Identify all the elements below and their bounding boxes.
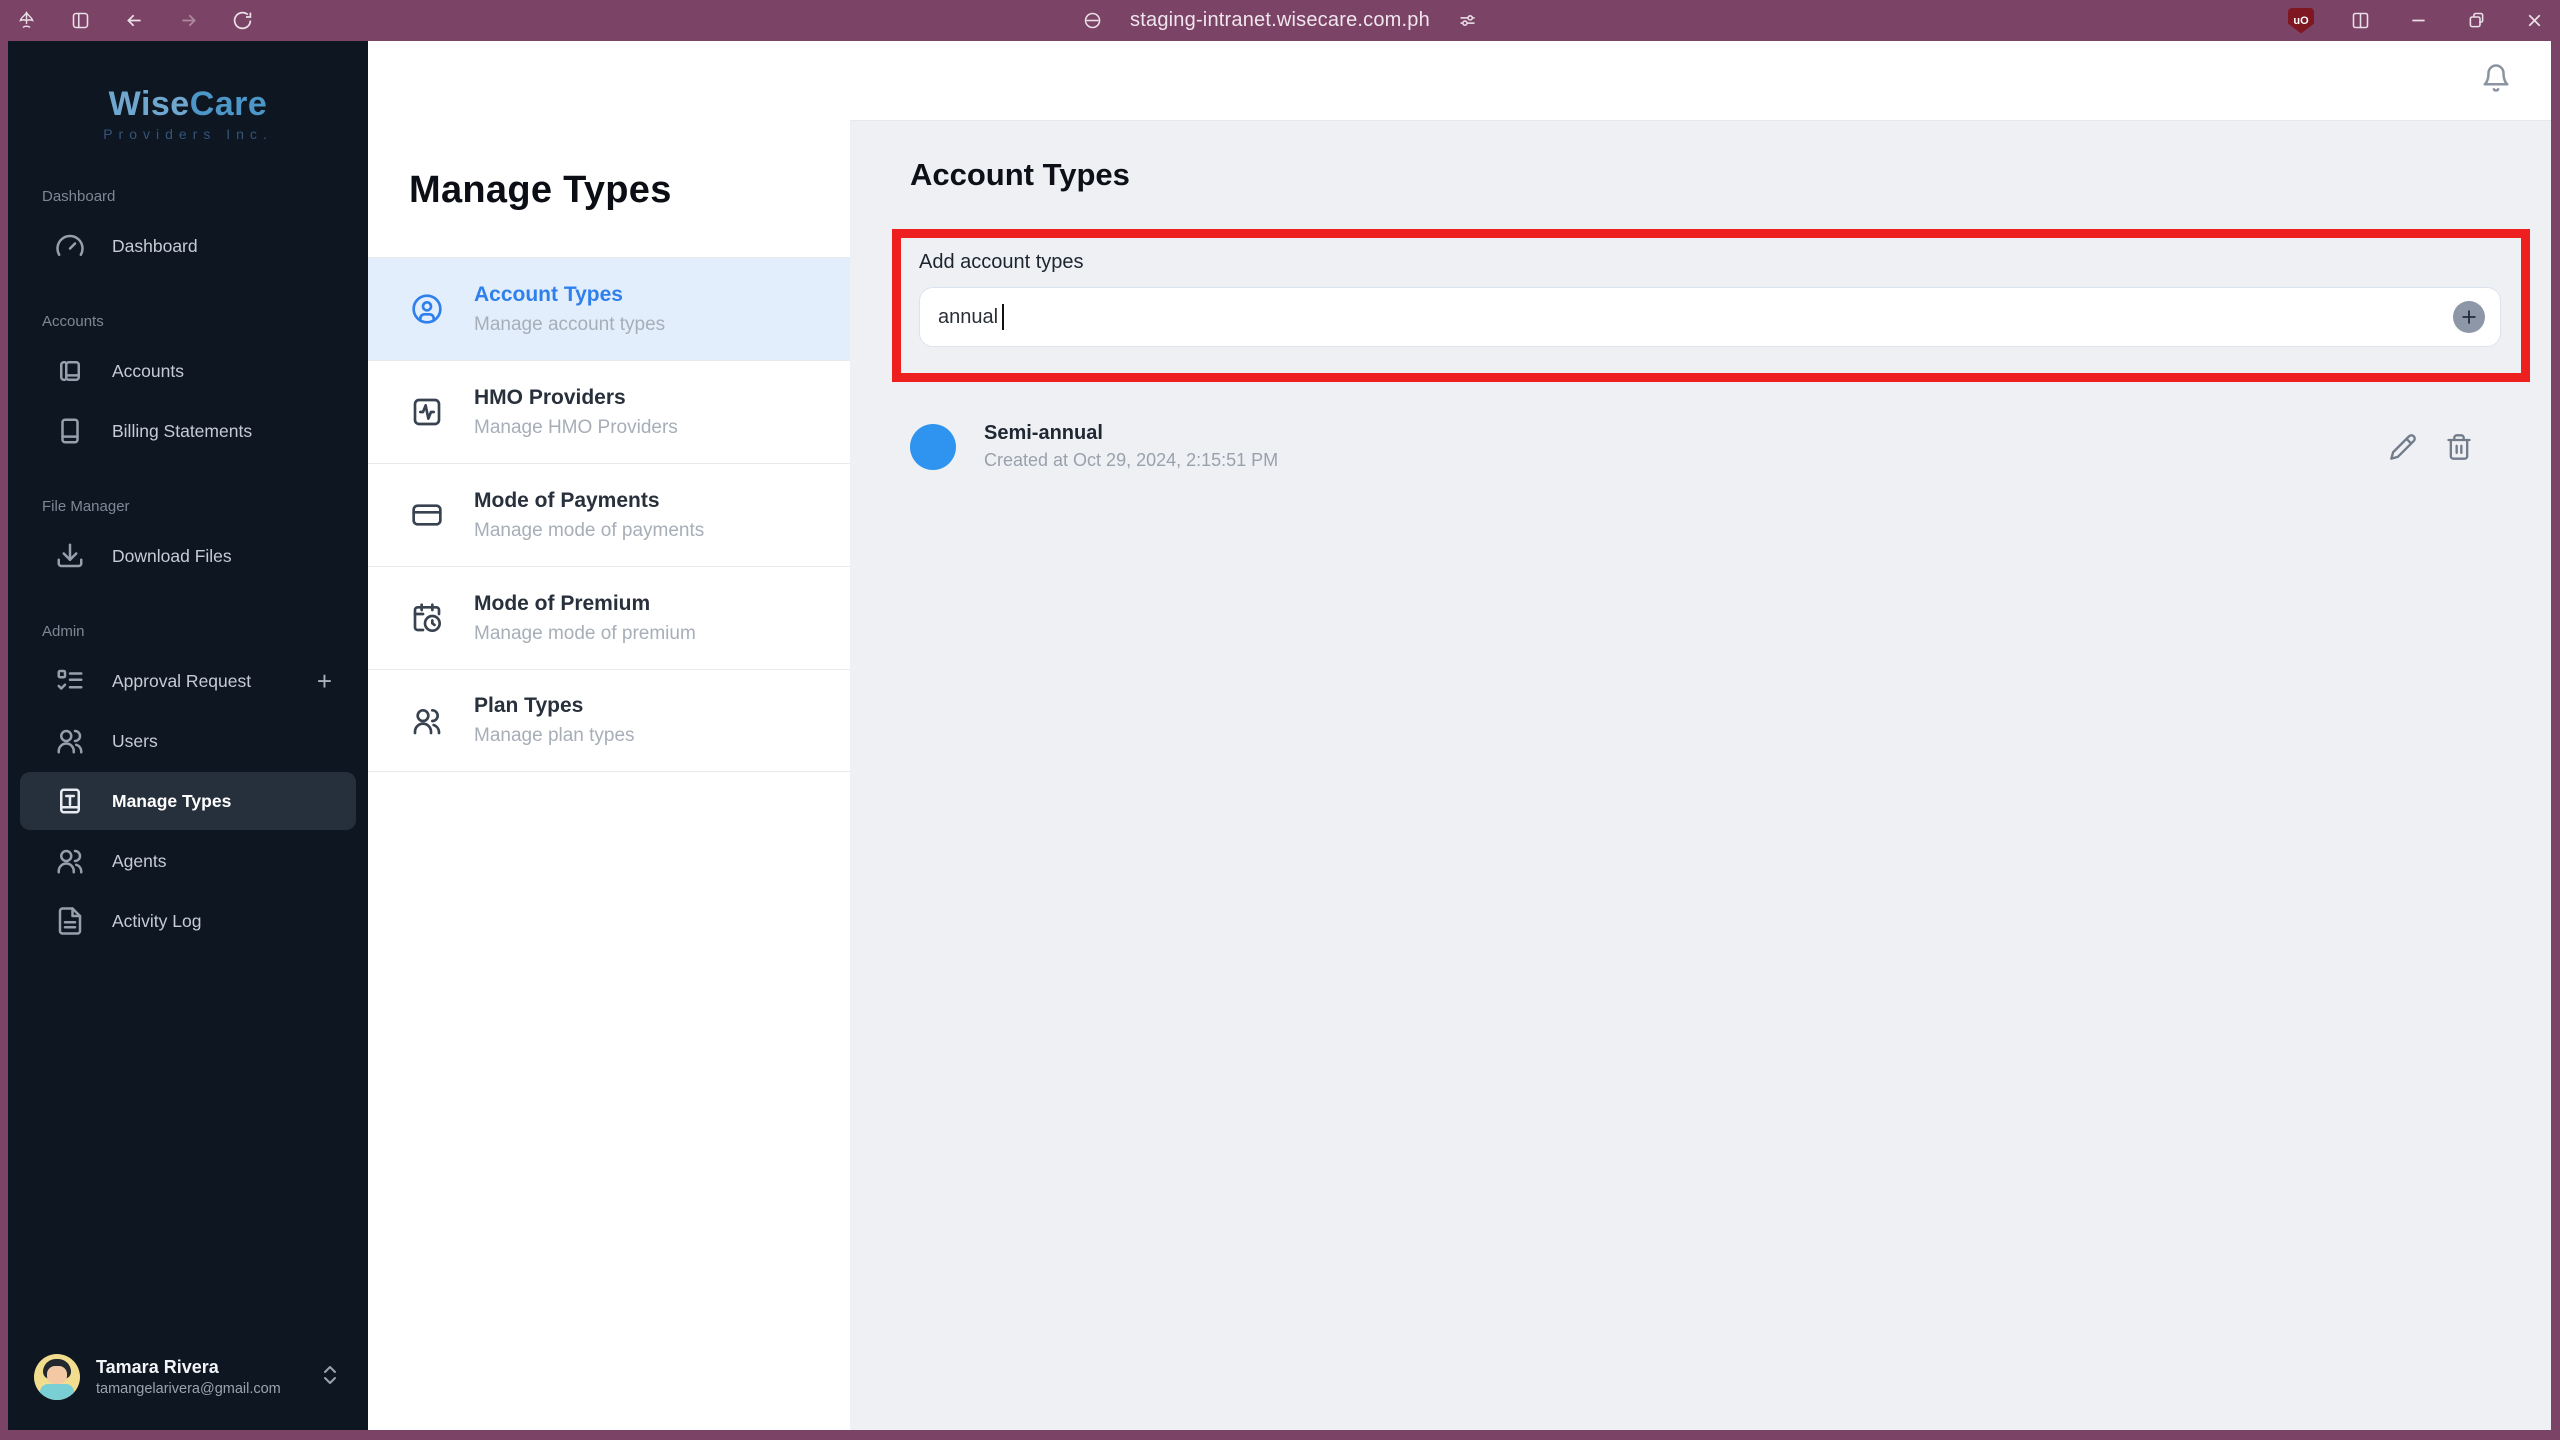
activity-square-icon [410,395,444,429]
sidebar-item-label: Approval Request [112,670,252,691]
users-icon [54,725,86,757]
plus-icon[interactable]: + [317,668,332,694]
type-created-at: Created at Oct 29, 2024, 2:15:51 PM [984,450,1279,470]
users-icon [410,704,444,738]
file-text-icon [54,905,86,937]
book-type-icon [54,785,86,817]
reload-icon[interactable] [230,9,254,33]
panel-item-mode-of-payments[interactable]: Mode of Payments Manage mode of payments [368,463,850,566]
panel-item-hmo-providers[interactable]: HMO Providers Manage HMO Providers [368,360,850,463]
panel-item-title: Account Types [474,282,623,306]
panel-item-plan-types[interactable]: Plan Types Manage plan types [368,669,850,772]
page-title: Account Types [910,157,1130,192]
sidebar-item-users[interactable]: Users [20,712,356,770]
panel-item-mode-of-premium[interactable]: Mode of Premium Manage mode of premium [368,566,850,669]
sidebar-item-label: Billing Statements [112,420,253,441]
logo-tagline: Providers Inc. [103,126,273,142]
users-icon [54,845,86,877]
panel-item-subtitle: Manage mode of payments [474,519,705,541]
sidebar-item-dashboard[interactable]: Dashboard [20,217,356,275]
type-color-dot [910,423,956,470]
edit-icon[interactable] [2389,433,2417,461]
ublock-icon[interactable]: uO [2288,7,2314,34]
sidebar-item-agents[interactable]: Agents [20,832,356,890]
sidebar-item-label: Users [112,730,158,751]
section-label-dashboard: Dashboard [42,188,116,205]
sidebar-item-label: Manage Types [112,790,232,811]
browser-logo-icon[interactable] [14,9,38,33]
close-button[interactable] [2522,9,2546,33]
panel-toggle-icon[interactable] [2348,9,2372,33]
calendar-clock-icon [410,601,444,635]
sidebar-item-label: Activity Log [112,910,202,931]
logo-wise-text: Wise [108,85,190,123]
panel-item-title: Mode of Payments [474,488,660,512]
avatar [34,1354,80,1400]
browser-window: staging-intranet.wisecare.com.ph uO Wise… [0,0,2560,1440]
panel-title: Manage Types [409,169,672,211]
panel-item-subtitle: Manage mode of premium [474,622,696,644]
sidebar-item-label: Agents [112,850,167,871]
highlight-annotation-box: Add account types [892,229,2530,382]
user-email: tamangelarivera@gmail.com [96,1381,281,1397]
type-name: Semi-annual [984,422,1103,444]
section-label-admin: Admin [42,623,85,640]
sidebar-item-manage-types[interactable]: Manage Types [20,772,356,830]
sidebar: WiseCare Providers Inc. Dashboard Dashbo… [8,41,368,1430]
book-copy-icon [54,355,86,387]
list-checks-icon [54,665,86,697]
sidebar-item-label: Dashboard [112,235,198,256]
panel-item-account-types[interactable]: Account Types Manage account types [368,257,850,360]
restore-button[interactable] [2464,9,2488,33]
section-label-accounts: Accounts [42,313,104,330]
download-icon [54,540,86,572]
credit-card-icon [410,498,444,532]
panel-item-title: Mode of Premium [474,591,651,615]
chevrons-up-down-icon [318,1363,342,1392]
panel-item-title: Plan Types [474,694,584,717]
panel-item-title: HMO Providers [474,385,626,409]
sidebar-item-activity-log[interactable]: Activity Log [20,892,356,950]
user-menu[interactable]: Tamara Rivera tamangelarivera@gmail.com [8,1330,368,1430]
sidebar-item-billing-statements[interactable]: Billing Statements [20,402,356,460]
sidebar-item-label: Accounts [112,360,184,381]
delete-icon[interactable] [2445,433,2473,461]
bell-icon[interactable] [2481,63,2511,98]
tune-icon[interactable] [1456,9,1480,33]
minimize-button[interactable] [2406,9,2430,33]
gauge-icon [54,230,86,262]
account-type-row: Semi-annual Created at Oct 29, 2024, 2:1… [910,422,2551,471]
add-account-type-input[interactable] [919,287,2501,347]
back-icon[interactable] [122,9,146,33]
url-text[interactable]: staging-intranet.wisecare.com.ph [1130,9,1430,32]
user-name: Tamara Rivera [96,1357,219,1377]
address-bar[interactable]: staging-intranet.wisecare.com.ph [1080,0,1480,41]
forward-icon[interactable] [176,9,200,33]
sidebar-item-approval-request[interactable]: Approval Request + [20,652,356,710]
panel-item-subtitle: Manage plan types [474,725,635,746]
browser-topbar: staging-intranet.wisecare.com.ph uO [0,0,2560,41]
manage-types-panel: Manage Types Account Types Manage accoun… [368,41,850,1430]
main-header [850,41,2551,121]
sidebar-item-download-files[interactable]: Download Files [20,527,356,585]
text-caret [1002,304,1004,330]
add-account-types-label: Add account types [919,251,1084,273]
sidebar-item-accounts[interactable]: Accounts [20,342,356,400]
app-logo: WiseCare Providers Inc. [8,41,368,152]
user-circle-icon [410,292,444,326]
sidebar-toggle-icon[interactable] [68,9,92,33]
main-area: Account Types Add account types Semi-a [850,41,2551,1430]
panel-item-subtitle: Manage account types [474,313,666,335]
book-icon [54,415,86,447]
logo-care-text: Care [189,85,268,123]
link-icon [1080,9,1104,33]
section-label-file-manager: File Manager [42,498,130,515]
panel-item-subtitle: Manage HMO Providers [474,416,678,438]
sidebar-item-label: Download Files [112,545,232,566]
add-button[interactable] [2453,301,2485,333]
